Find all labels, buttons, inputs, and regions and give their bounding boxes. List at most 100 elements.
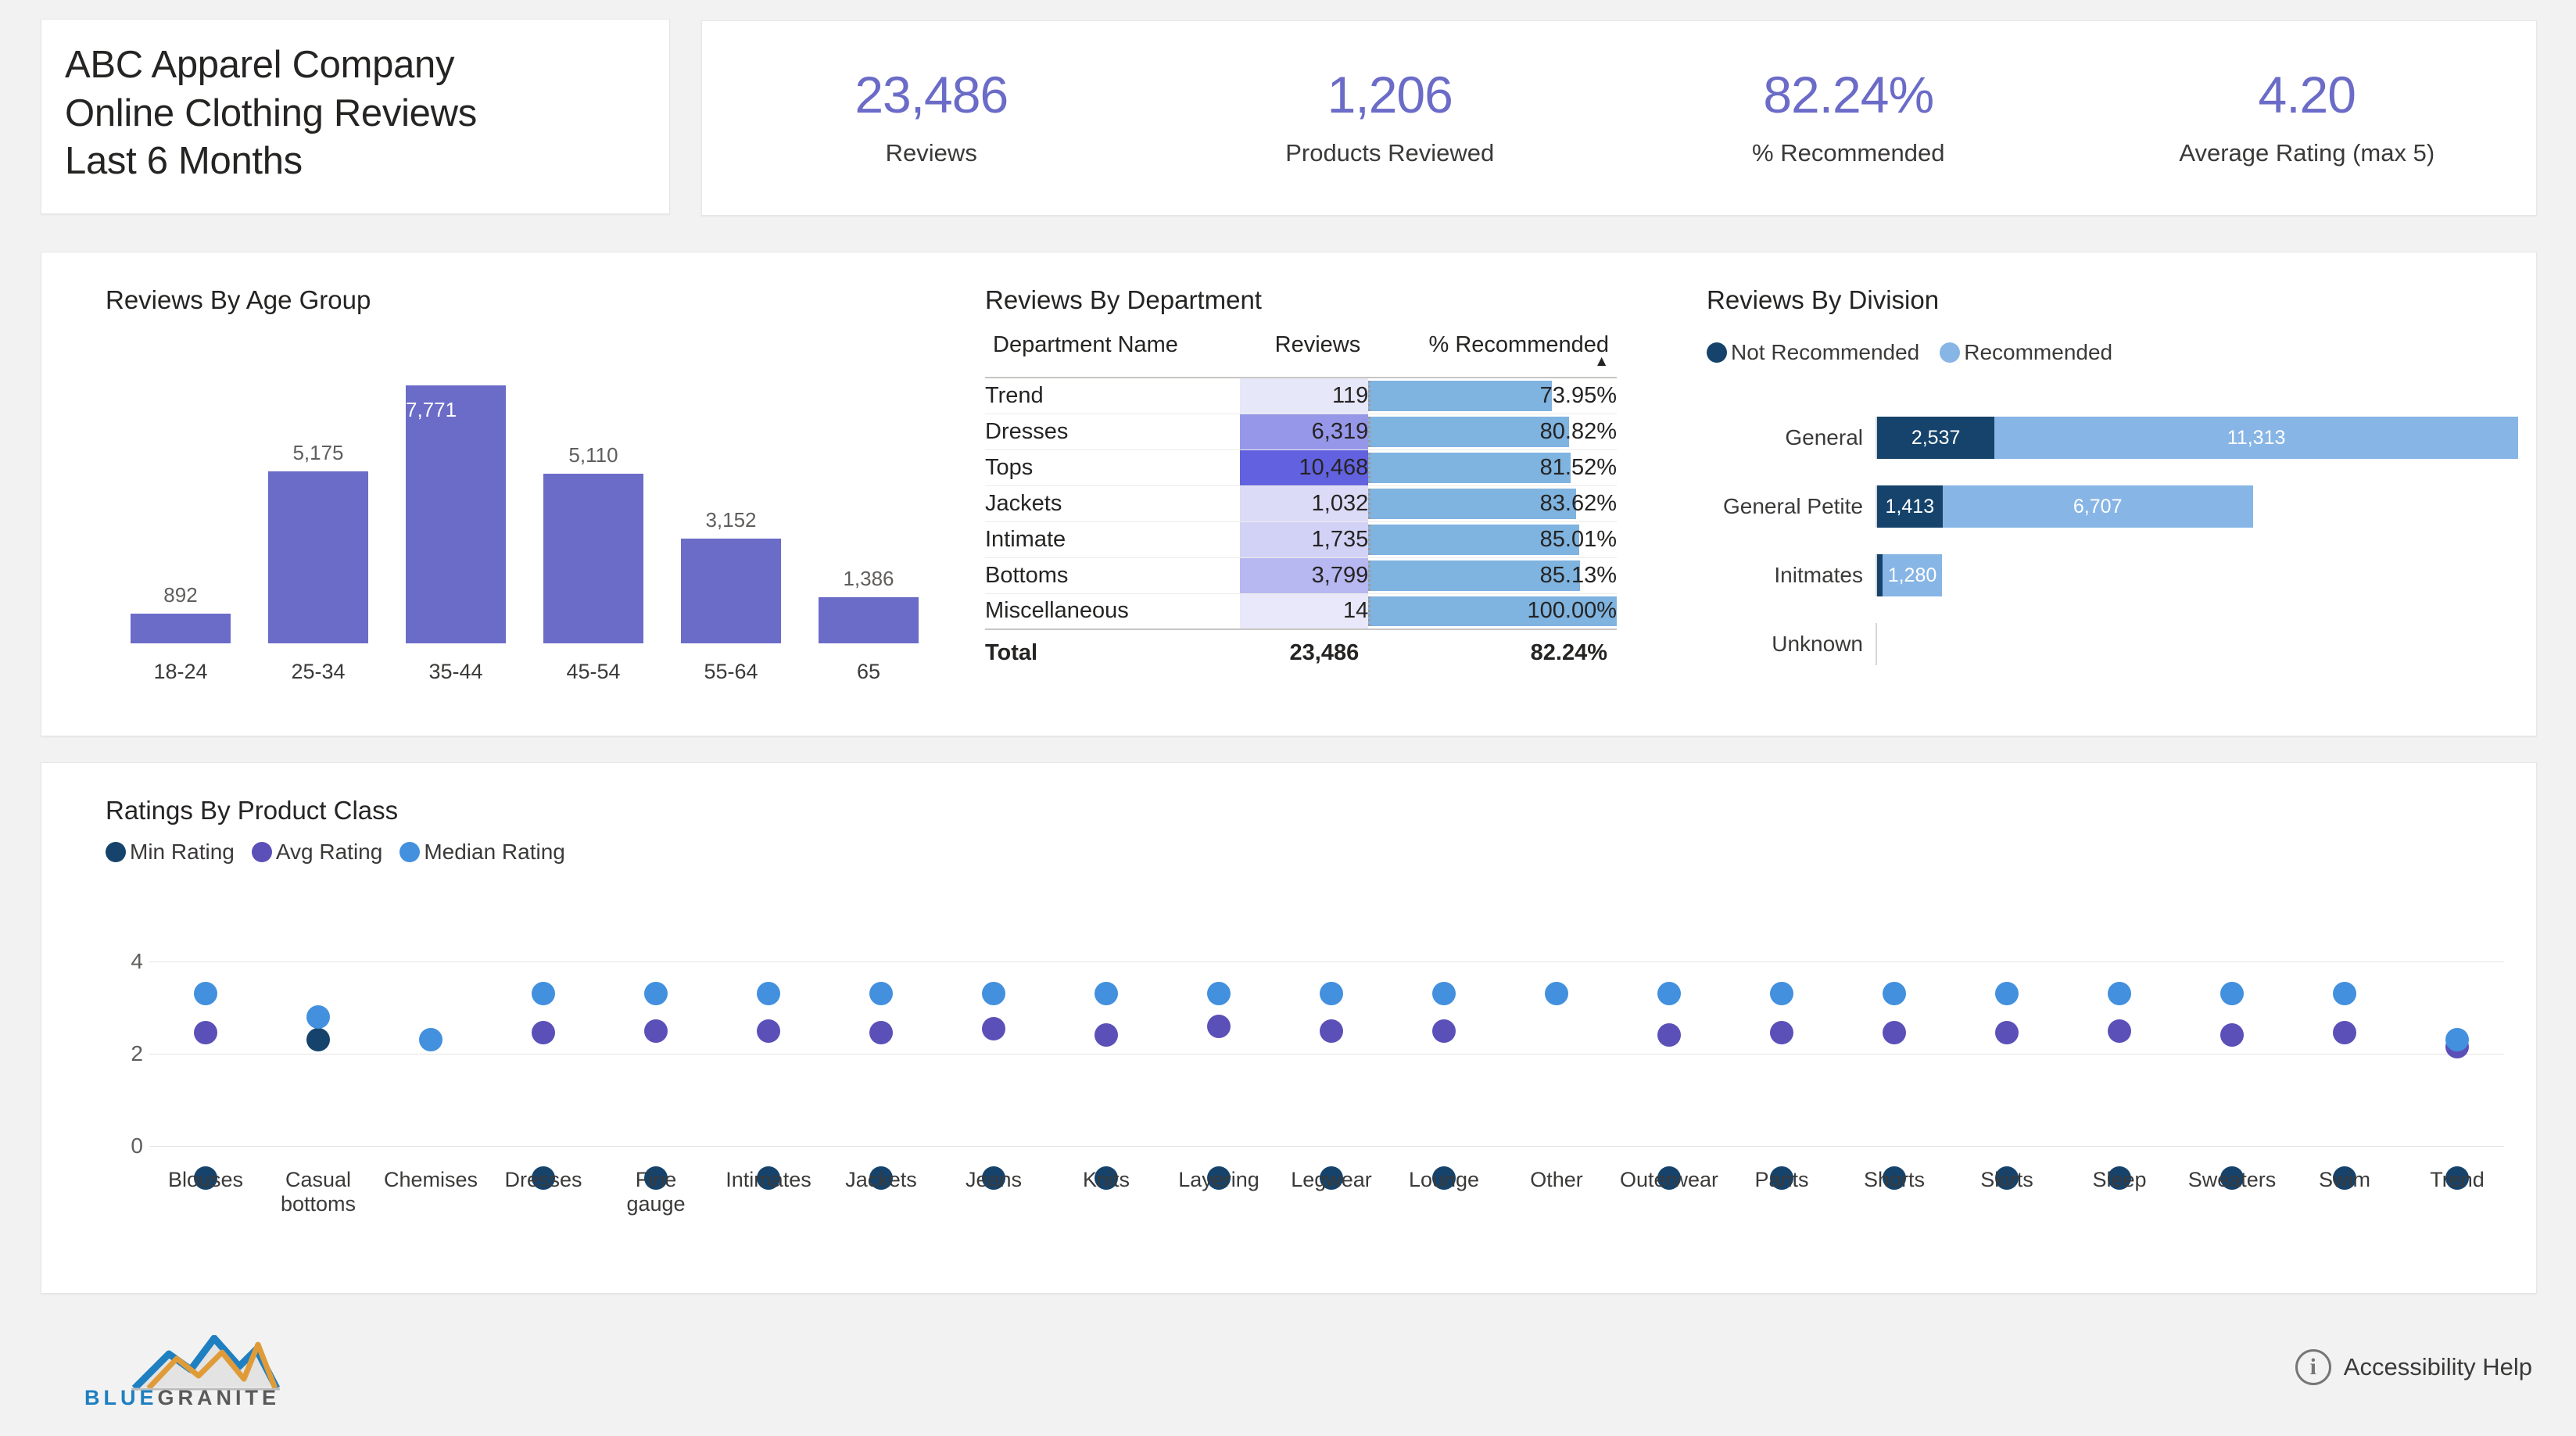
segment-not-recommended[interactable]: 2,537 xyxy=(1877,417,1995,459)
scatter-dot-med[interactable] xyxy=(2445,1028,2469,1052)
scatter-dot-med[interactable] xyxy=(757,982,780,1006)
scatter-dot-med[interactable] xyxy=(1207,982,1231,1006)
scatter-dot-avg[interactable] xyxy=(644,1019,668,1043)
table-row[interactable]: Tops 10,468 81.52% xyxy=(985,449,1617,486)
age-bar-rect[interactable] xyxy=(819,597,919,643)
age-bar-rect[interactable] xyxy=(543,474,643,643)
accessibility-help-button[interactable]: i Accessibility Help xyxy=(2295,1349,2532,1385)
info-circle-icon: i xyxy=(2295,1349,2331,1385)
age-bar-column[interactable]: 7,771 xyxy=(406,385,506,643)
segment-recommended[interactable]: 11,313 xyxy=(1994,417,2518,459)
scatter-dot-med[interactable] xyxy=(2108,982,2131,1006)
scatter-dot-min[interactable] xyxy=(306,1028,330,1052)
scatter-dot-avg[interactable] xyxy=(532,1021,555,1045)
kpi-label: Average Rating (max 5) xyxy=(2179,139,2435,167)
scatter-dot-med[interactable] xyxy=(1095,982,1118,1006)
table-row[interactable]: Trend 119 73.95% xyxy=(985,378,1617,414)
scatter-dot-med[interactable] xyxy=(1770,982,1793,1006)
legend-item[interactable]: Avg Rating xyxy=(251,840,382,865)
column-header-department-name[interactable]: Department Name xyxy=(985,329,1240,378)
division-bar-row[interactable]: Unknown xyxy=(1707,623,2520,665)
middle-visuals-card: Reviews By Age Group 892 18-24 5,175 25-34 7… xyxy=(41,252,2537,736)
scatter-dot-avg[interactable] xyxy=(1995,1021,2019,1045)
division-bar-track: 2,537 11,313 xyxy=(1876,417,2520,459)
scatter-dot-med[interactable] xyxy=(2333,982,2356,1006)
table-row[interactable]: Dresses 6,319 80.82% xyxy=(985,414,1617,450)
scatter-dot-med[interactable] xyxy=(2220,982,2244,1006)
kpi-card-0[interactable]: 23,486 Reviews xyxy=(702,69,1161,167)
kpi-card-3[interactable]: 4.20 Average Rating (max 5) xyxy=(2078,69,2537,167)
segment-recommended[interactable]: 6,707 xyxy=(1942,485,2253,528)
column-header-reviews[interactable]: Reviews xyxy=(1239,329,1369,378)
scatter-dot-med[interactable] xyxy=(1320,982,1343,1006)
scatter-dot-avg[interactable] xyxy=(1657,1023,1681,1047)
scatter-dot-med[interactable] xyxy=(1432,982,1456,1006)
scatter-dot-avg[interactable] xyxy=(2333,1021,2356,1045)
cell-department-name: Jackets xyxy=(985,485,1240,522)
legend-item[interactable]: Median Rating xyxy=(399,840,565,865)
scatter-dot-avg[interactable] xyxy=(1770,1021,1793,1045)
table-row[interactable]: Jackets 1,032 83.62% xyxy=(985,485,1617,522)
cell-pct-recommended: 100.00% xyxy=(1368,593,1617,630)
legend-item[interactable]: Not Recommended xyxy=(1707,340,1919,365)
scatter-dot-med[interactable] xyxy=(1657,982,1681,1006)
division-bar-row[interactable]: General 2,537 11,313 xyxy=(1707,417,2520,459)
legend-item[interactable]: Recommended xyxy=(1940,340,2112,365)
scatter-dot-avg[interactable] xyxy=(1207,1014,1231,1038)
scatter-dot-avg[interactable] xyxy=(2220,1023,2244,1047)
kpi-card-1[interactable]: 1,206 Products Reviewed xyxy=(1161,69,1620,167)
legend-label: Not Recommended xyxy=(1731,340,1920,364)
reviews-by-age-group-chart[interactable]: 892 18-24 5,175 25-34 7,771 35-44 5,110 45-54 3,… xyxy=(106,338,946,690)
table-row[interactable]: Bottoms 3,799 85.13% xyxy=(985,557,1617,594)
scatter-dot-med[interactable] xyxy=(982,982,1005,1006)
ratings-scatter-plot[interactable]: 0 2 4 Blouses Casual bottoms Chemises Dresses Fi… xyxy=(112,888,2504,1224)
table-row[interactable]: Intimate 1,735 85.01% xyxy=(985,521,1617,558)
segment-not-recommended[interactable]: 1,413 xyxy=(1877,485,1943,528)
column-header-pct-recommended[interactable]: % Recommended ▲ xyxy=(1368,329,1617,378)
scatter-dot-avg[interactable] xyxy=(2108,1019,2131,1043)
scatter-dot-med[interactable] xyxy=(306,1004,330,1029)
scatter-dot-med[interactable] xyxy=(869,982,893,1006)
kpi-card-2[interactable]: 82.24% % Recommended xyxy=(1619,69,2078,167)
division-bar-row[interactable]: General Petite 1,413 6,707 xyxy=(1707,485,2520,528)
cell-department-name: Trend xyxy=(985,378,1240,414)
legend-label: Min Rating xyxy=(130,840,235,864)
scatter-dot-avg[interactable] xyxy=(1095,1023,1118,1047)
age-bar-rect[interactable]: 7,771 xyxy=(406,385,506,643)
scatter-dot-avg[interactable] xyxy=(194,1021,217,1045)
scatter-dot-avg[interactable] xyxy=(1320,1019,1343,1043)
scatter-dot-med[interactable] xyxy=(1883,982,1906,1006)
scatter-dot-avg[interactable] xyxy=(869,1021,893,1045)
legend-item[interactable]: Min Rating xyxy=(106,840,235,865)
age-bar-rect[interactable] xyxy=(268,471,368,643)
scatter-dot-med[interactable] xyxy=(419,1028,442,1052)
legend-color-dot xyxy=(251,842,272,862)
scatter-dot-med[interactable] xyxy=(644,982,668,1006)
division-bar-row[interactable]: Initmates 1,280 xyxy=(1707,554,2520,596)
segment-not-recommended[interactable] xyxy=(1877,554,1883,596)
scatter-dot-med[interactable] xyxy=(532,982,555,1006)
scatter-dot-avg[interactable] xyxy=(1883,1021,1906,1045)
scatter-dot-avg[interactable] xyxy=(982,1016,1005,1040)
age-bar-column[interactable]: 5,110 xyxy=(543,443,643,643)
age-bar-rect[interactable] xyxy=(131,614,231,643)
reviews-by-division-chart[interactable]: Not Recommended Recommended General 2,537 1… xyxy=(1707,329,2520,665)
age-bar-column[interactable]: 1,386 xyxy=(819,567,919,643)
scatter-dot-avg[interactable] xyxy=(1432,1019,1456,1043)
scatter-dot-avg[interactable] xyxy=(757,1019,780,1043)
age-bar-category-label: 25-34 xyxy=(291,660,346,683)
age-bar-column[interactable]: 3,152 xyxy=(681,508,781,643)
age-bar-rect[interactable] xyxy=(681,539,781,643)
reviews-by-department-table[interactable]: Department Name Reviews % Recommended ▲ … xyxy=(985,329,1617,671)
age-bar-category-label: 18-24 xyxy=(153,660,208,683)
cell-pct-recommended: 80.82% xyxy=(1368,414,1617,450)
table-row[interactable]: Miscellaneous 14 100.00% xyxy=(985,593,1617,630)
age-bar-column[interactable]: 5,175 xyxy=(268,441,368,643)
segment-recommended[interactable]: 1,280 xyxy=(1883,554,1942,596)
scatter-dot-med[interactable] xyxy=(1995,982,2019,1006)
kpi-label: Products Reviewed xyxy=(1285,139,1495,167)
age-bar-column[interactable]: 892 xyxy=(131,583,231,643)
scatter-dot-med[interactable] xyxy=(1545,982,1568,1006)
x-axis-category-label: Trend xyxy=(2430,1168,2485,1191)
scatter-dot-med[interactable] xyxy=(194,982,217,1006)
